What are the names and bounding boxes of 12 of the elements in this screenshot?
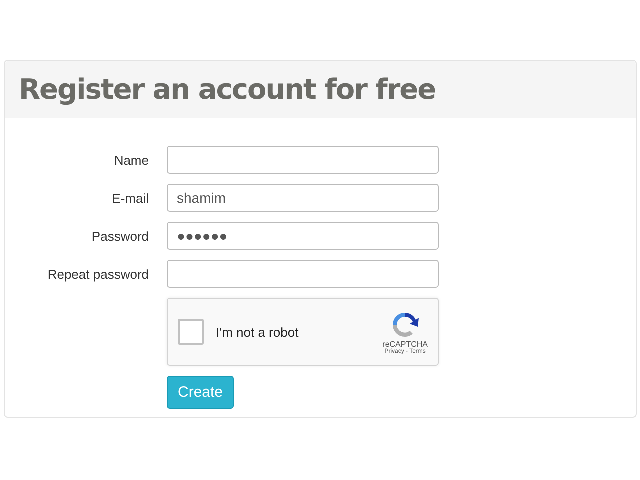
captcha-label: I'm not a robot bbox=[216, 324, 300, 340]
input-field[interactable]: shamim bbox=[167, 184, 439, 212]
input-field[interactable] bbox=[167, 260, 439, 288]
page-title: Register an account for free bbox=[19, 73, 436, 106]
field-label: Repeat password bbox=[48, 266, 149, 282]
captcha-brand: reCAPTCHA bbox=[382, 340, 428, 348]
field-label: Password bbox=[92, 228, 149, 244]
captcha-checkbox[interactable] bbox=[178, 319, 204, 345]
field-label: Name bbox=[114, 152, 149, 168]
input-field[interactable]: ●●●●●● bbox=[167, 222, 439, 250]
field-label: E-mail bbox=[112, 190, 149, 206]
input-field[interactable] bbox=[167, 146, 439, 174]
